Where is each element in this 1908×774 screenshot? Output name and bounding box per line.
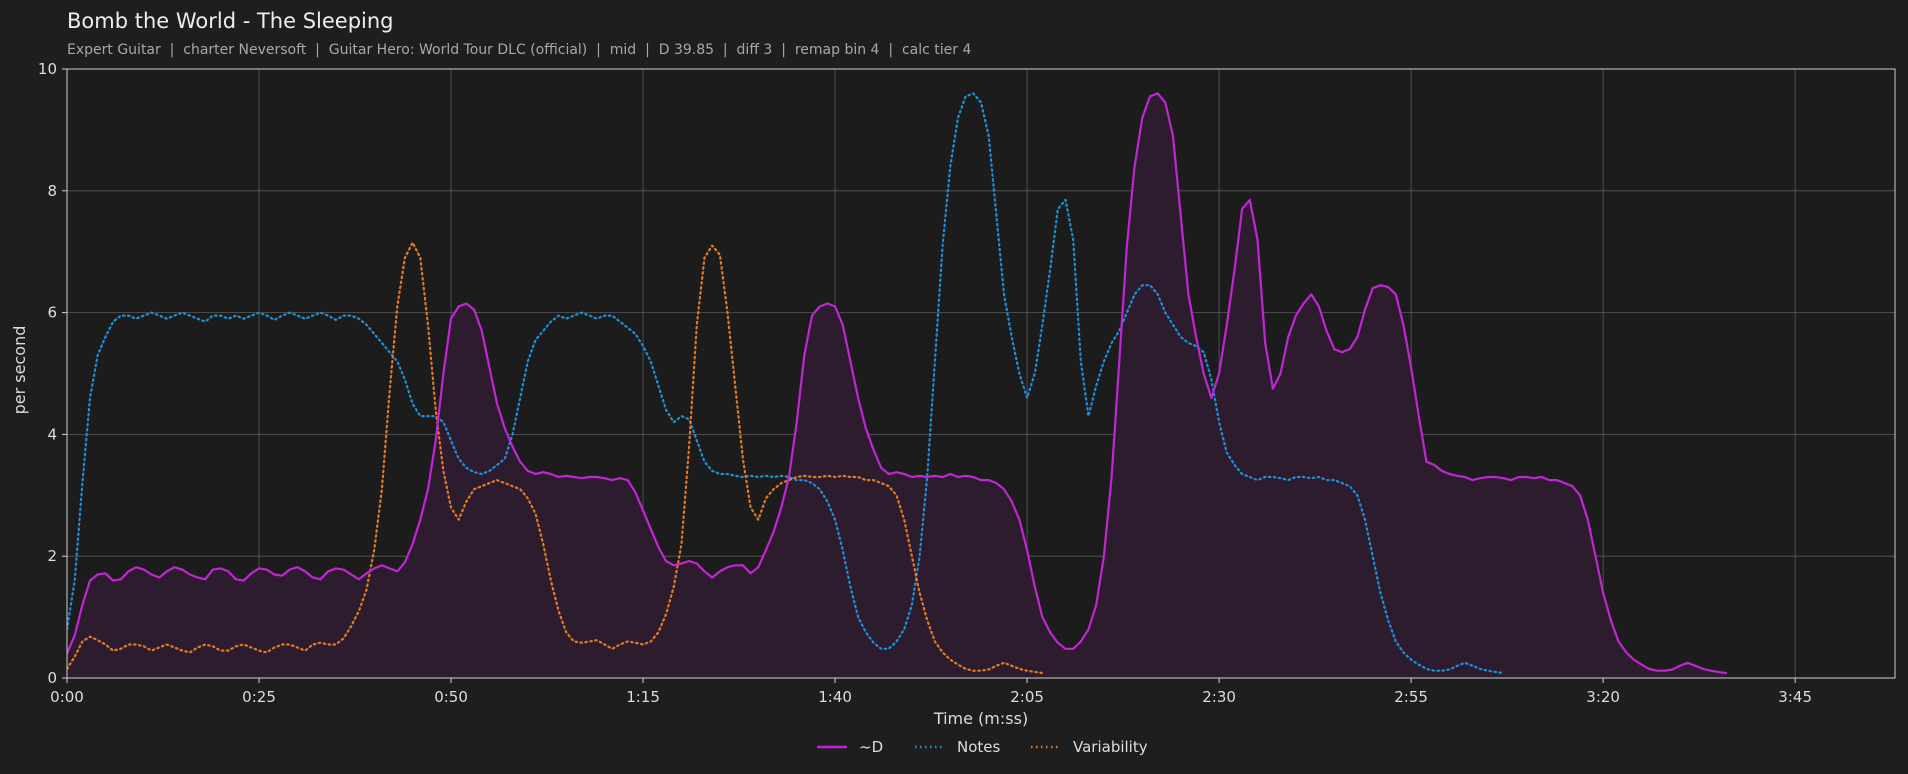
x-tick-label: 0:00	[50, 688, 84, 706]
legend-label-d: ~D	[859, 738, 883, 756]
y-tick-label: 4	[47, 425, 57, 443]
x-tick-label: 2:05	[1010, 688, 1044, 706]
legend-label-notes: Notes	[957, 738, 1001, 756]
x-tick-label: 2:55	[1394, 688, 1428, 706]
chart: Bomb the World - The Sleeping Expert Gui…	[0, 0, 1908, 774]
chart-subtitle: Expert Guitar | charter Neversoft | Guit…	[67, 42, 971, 58]
legend: ~D Notes Variability	[817, 738, 1148, 756]
plot-area: 0:00 0:25 0:50 1:15 1:40 2:05 2:30 2:55 3:20 3:45…	[38, 60, 1896, 706]
y-tick-label: 8	[47, 182, 57, 200]
y-tick-label: 0	[47, 669, 57, 687]
y-tick-label: 10	[38, 60, 57, 78]
x-tick-label: 3:20	[1586, 688, 1620, 706]
y-tick-label: 2	[47, 547, 57, 565]
chart-title: Bomb the World - The Sleeping	[67, 9, 394, 33]
x-tick-label: 1:40	[818, 688, 852, 706]
x-tick-label: 1:15	[626, 688, 660, 706]
y-axis-label: per second	[10, 326, 29, 415]
x-tick-label: 2:30	[1202, 688, 1236, 706]
x-axis-label: Time (m:ss)	[933, 709, 1028, 728]
x-tick-label: 3:45	[1778, 688, 1812, 706]
y-tick-label: 6	[47, 304, 57, 322]
x-tick-label: 0:50	[434, 688, 468, 706]
legend-label-variability: Variability	[1073, 738, 1148, 756]
x-tick-label: 0:25	[242, 688, 276, 706]
